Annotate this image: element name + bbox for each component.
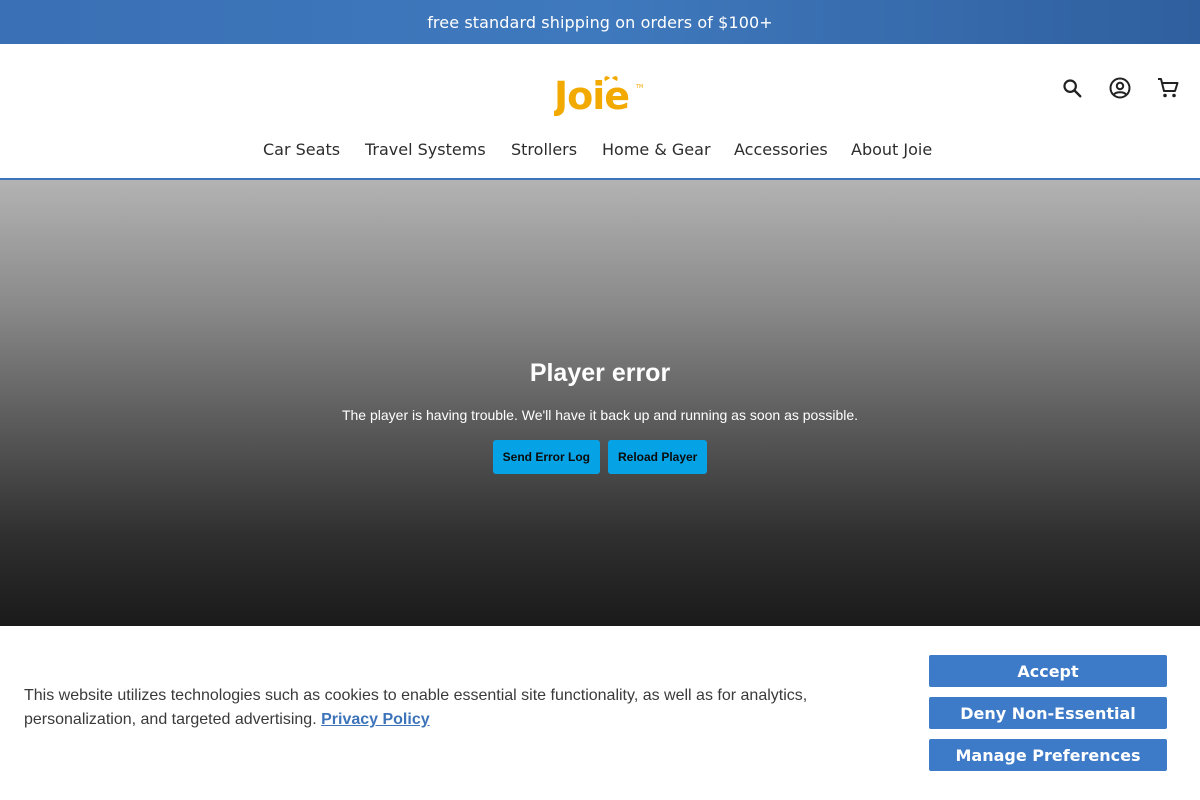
nav-item-about-joie[interactable]: About Joie (851, 138, 932, 162)
nav-item-accessories[interactable]: Accessories (734, 138, 828, 162)
promo-banner: free standard shipping on orders of $100… (0, 0, 1200, 44)
reload-player-button[interactable]: Reload Player (607, 440, 708, 474)
main-nav: Car Seats Travel Systems Strollers Home … (0, 138, 1200, 164)
send-error-log-button[interactable]: Send Error Log (492, 440, 600, 474)
cookie-banner: This website utilizes technologies such … (0, 626, 1200, 800)
accept-button[interactable]: Accept (929, 655, 1167, 687)
joie-logo-mark: Joie TM (554, 74, 643, 116)
search-icon[interactable] (1060, 76, 1084, 100)
cookie-actions: Accept Deny Non-Essential Manage Prefere… (929, 655, 1167, 781)
cookie-message: This website utilizes technologies such … (24, 684, 844, 732)
manage-preferences-button[interactable]: Manage Preferences (929, 739, 1167, 771)
nav-item-travel-systems[interactable]: Travel Systems (365, 138, 486, 162)
deny-non-essential-button[interactable]: Deny Non-Essential (929, 697, 1167, 729)
nav-item-car-seats[interactable]: Car Seats (263, 138, 340, 162)
promo-text: free standard shipping on orders of $100… (427, 12, 773, 32)
nav-item-home-gear[interactable]: Home & Gear (602, 138, 711, 162)
cart-icon[interactable] (1156, 76, 1180, 100)
logo-wordmark: Joie (554, 74, 629, 116)
player-error-message: The player is having trouble. We'll have… (341, 407, 859, 423)
account-icon[interactable] (1108, 76, 1132, 100)
player-error-title: Player error (529, 359, 671, 387)
nav-item-strollers[interactable]: Strollers (511, 138, 577, 162)
site-header: Joie TM Car Seats Travel Systems Strolle… (0, 44, 1200, 180)
logo-trademark: TM (635, 84, 643, 90)
video-player[interactable]: Player error The player is having troubl… (0, 180, 1200, 626)
header-icons (1060, 76, 1180, 100)
joie-logo[interactable]: Joie TM (554, 72, 646, 116)
player-error: Player error The player is having troubl… (0, 358, 1200, 474)
player-error-actions: Send Error Log Reload Player (0, 440, 1200, 474)
privacy-policy-link[interactable]: Privacy Policy (321, 711, 430, 728)
